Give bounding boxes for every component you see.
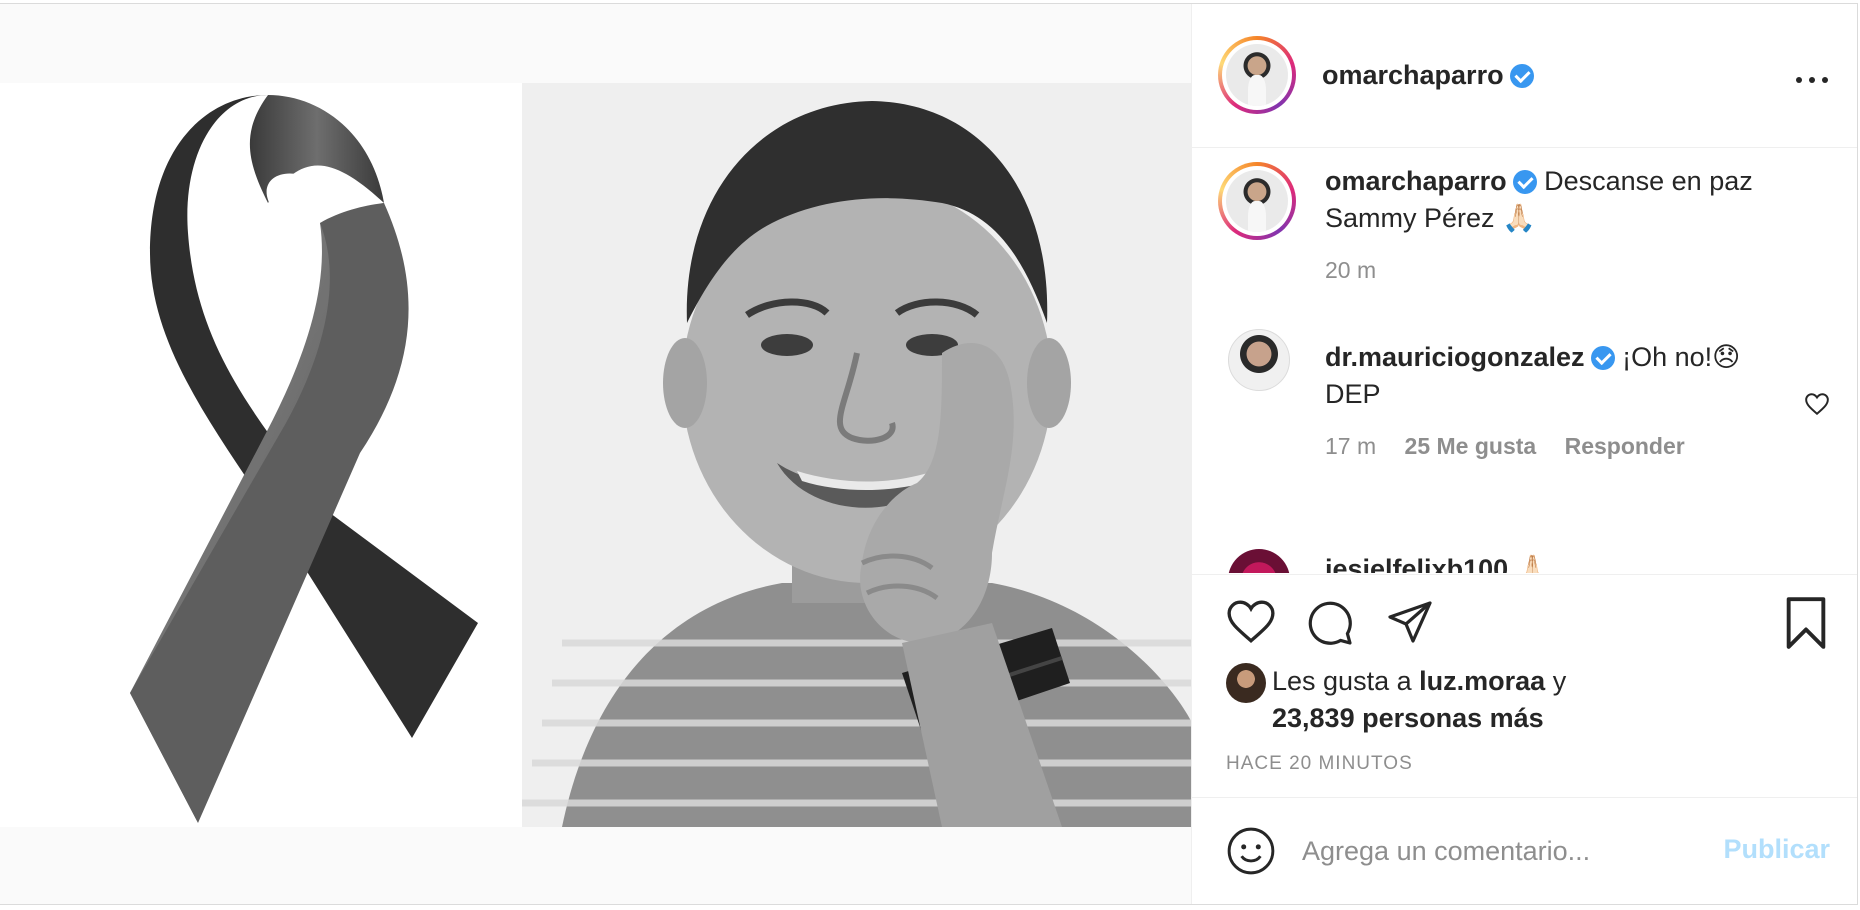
comment-likes[interactable]: 25 Me gusta	[1405, 433, 1537, 459]
post-sidebar: omarchaparro omarchaparro Descanse en pa…	[1192, 4, 1857, 904]
caption-author-avatar[interactable]	[1218, 162, 1296, 240]
post-timestamp[interactable]: HACE 20 MINUTOS	[1226, 753, 1413, 775]
publish-button[interactable]: Publicar	[1723, 834, 1830, 865]
portrait-illustration	[522, 83, 1191, 827]
post-image[interactable]	[0, 83, 1191, 827]
comment-input[interactable]	[1302, 828, 1702, 874]
instagram-post: omarchaparro omarchaparro Descanse en pa…	[0, 3, 1858, 905]
share-icon[interactable]	[1385, 599, 1435, 647]
likes-summary: Les gusta a luz.moraa y 23,839 personas …	[1272, 663, 1832, 737]
comment-username[interactable]: jesielfelixb100	[1325, 554, 1508, 573]
caption: omarchaparro Descanse en paz Sammy Pérez…	[1325, 163, 1815, 284]
comment-item: jesielfelixb100 🙏🏻	[1325, 551, 1795, 573]
verified-icon	[1590, 346, 1615, 370]
caption-time[interactable]: 20 m	[1325, 257, 1815, 284]
likes-conjunction: y	[1552, 666, 1567, 696]
commenter-avatar[interactable]	[1228, 549, 1290, 573]
memorial-portrait-photo	[522, 83, 1191, 827]
comment-meta: 17 m 25 Me gusta Responder	[1325, 433, 1795, 460]
author-avatar[interactable]	[1218, 36, 1296, 114]
comment-time[interactable]: 17 m	[1325, 433, 1376, 459]
mourning-ribbon-icon	[130, 95, 478, 823]
caption-username[interactable]: omarchaparro	[1325, 166, 1507, 196]
comment-icon[interactable]	[1305, 599, 1355, 647]
more-icon[interactable]	[1796, 66, 1828, 94]
heart-icon[interactable]	[1226, 599, 1276, 645]
post-actions: Les gusta a luz.moraa y 23,839 personas …	[1192, 574, 1857, 904]
comment-text: 🙏🏻	[1515, 554, 1550, 573]
verified-icon	[1509, 64, 1534, 88]
reply-button[interactable]: Responder	[1565, 433, 1685, 459]
comments-list[interactable]: omarchaparro Descanse en paz Sammy Pérez…	[1192, 149, 1857, 573]
comment-username[interactable]: dr.mauriciogonzalez	[1325, 342, 1585, 372]
verified-icon	[1512, 170, 1537, 194]
post-header: omarchaparro	[1192, 4, 1857, 148]
bookmark-icon[interactable]	[1784, 597, 1828, 649]
emoji-icon[interactable]	[1226, 826, 1276, 876]
likes-prefix: Les gusta a	[1272, 666, 1412, 696]
add-comment-bar: Publicar	[1192, 797, 1857, 904]
liker-username[interactable]: luz.moraa	[1419, 666, 1545, 696]
liker-avatar[interactable]	[1226, 663, 1266, 703]
comment-item: dr.mauriciogonzalez ¡Oh no!😞 DEP 17 m 25…	[1325, 339, 1795, 460]
black-ribbon-image	[0, 83, 522, 827]
likes-others-count[interactable]: 23,839 personas más	[1272, 703, 1544, 733]
commenter-avatar[interactable]	[1228, 329, 1290, 391]
comment-like-heart-icon[interactable]	[1804, 391, 1830, 417]
author-name-row: omarchaparro	[1322, 59, 1534, 91]
author-username[interactable]: omarchaparro	[1322, 60, 1504, 90]
post-media[interactable]	[0, 4, 1192, 904]
